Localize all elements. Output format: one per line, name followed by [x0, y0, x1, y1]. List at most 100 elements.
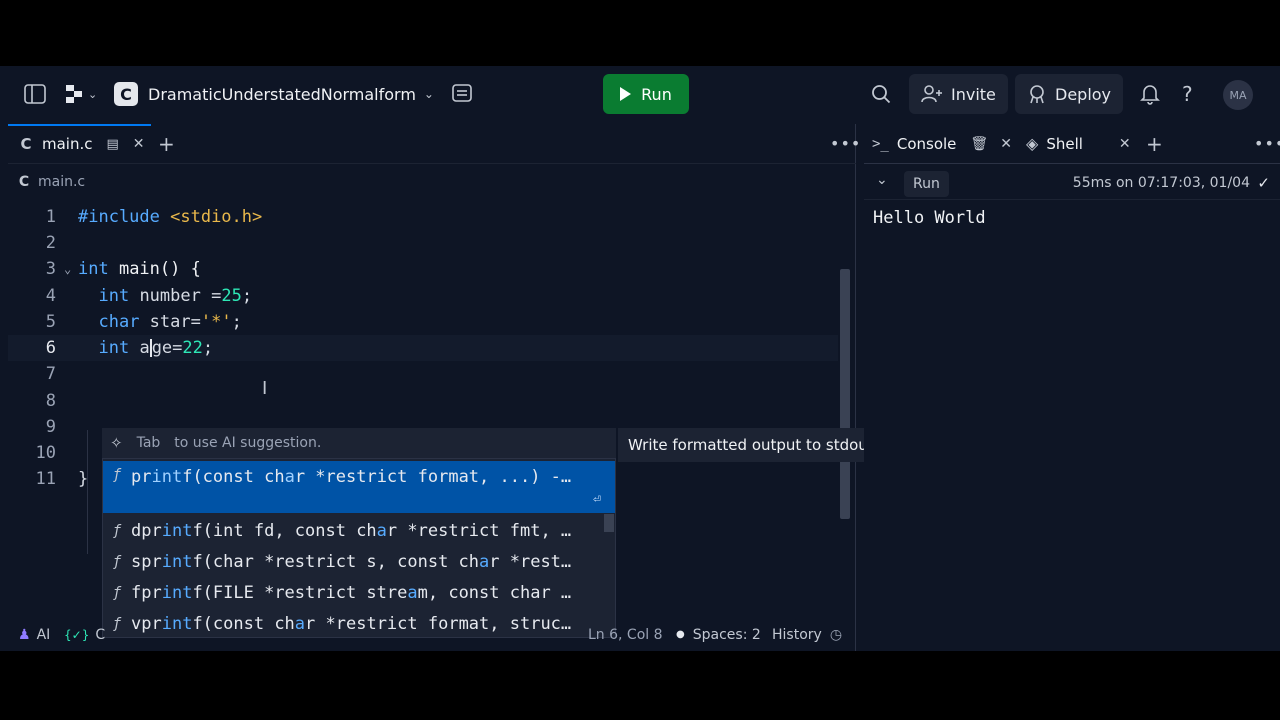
- ai-icon: ♟: [18, 626, 31, 643]
- chevron-down-icon[interactable]: ⌄: [876, 173, 888, 187]
- close-icon[interactable]: ✕: [1000, 137, 1012, 151]
- suggestion-scrollbar[interactable]: [604, 514, 614, 532]
- breadcrumb-file[interactable]: main.c: [38, 174, 85, 190]
- code-token: ;: [231, 312, 242, 332]
- code-line[interactable]: 5 char star='*';: [8, 309, 838, 335]
- function-icon: ƒ: [112, 584, 122, 601]
- bell-icon[interactable]: [1140, 83, 1160, 105]
- suggestion-item[interactable]: ƒ fprintf(FILE *restrict stream, const c…: [103, 577, 615, 608]
- editor-scrollbar[interactable]: [840, 269, 850, 519]
- chevron-down-icon: ⌄: [88, 87, 98, 101]
- language-status[interactable]: {✓} C: [64, 618, 105, 651]
- code-token: ;: [241, 286, 253, 306]
- code-token: <stdio.h>: [159, 207, 263, 227]
- mouse-ibeam-icon: I: [262, 378, 268, 399]
- enter-key-icon: ⏎: [593, 492, 601, 507]
- console-run-chip[interactable]: Run: [904, 171, 949, 197]
- documentation-tooltip: Write formatted output to stdout.: [618, 428, 902, 462]
- code-token: '*': [200, 312, 232, 332]
- line-number: 11: [35, 469, 56, 489]
- suggestion-item[interactable]: ƒ dprintf(int fd, const char *restrict f…: [103, 515, 615, 546]
- editor-tab-bar: C main.c ▤ ✕ + •••: [8, 124, 860, 164]
- function-icon: ƒ: [112, 522, 122, 539]
- new-tab-icon[interactable]: +: [1146, 124, 1163, 164]
- ai-sparkle-icon: ✧: [110, 433, 123, 452]
- code-token: int: [78, 259, 109, 279]
- trash-icon[interactable]: 🗑: [970, 137, 988, 151]
- new-tab-icon[interactable]: +: [158, 124, 175, 164]
- suggestion-match: int: [151, 467, 183, 487]
- console-tab-bar: >_ Console 🗑 ✕ ◈ Shell ✕ + •••: [864, 124, 1280, 164]
- line-number: 9: [45, 417, 56, 437]
- add-user-icon: [921, 85, 942, 103]
- more-options-icon[interactable]: •••: [1254, 124, 1280, 164]
- sidebar-toggle-icon[interactable]: [24, 84, 46, 104]
- suggestion-item-selected[interactable]: ƒ printf(const char *restrict format, ..…: [103, 461, 615, 513]
- ai-suggestion-hint: ✧ Tab to use AI suggestion.: [102, 428, 616, 458]
- breadcrumb: C main.c: [16, 170, 85, 194]
- dot-icon: ●: [676, 629, 685, 640]
- code-token: int: [98, 338, 130, 358]
- terminal-prompt-icon: >_: [872, 136, 889, 152]
- code-line[interactable]: 8: [8, 388, 838, 414]
- history-label: History: [772, 626, 822, 643]
- repl-name: DramaticUnderstatedNormalform: [148, 84, 416, 104]
- code-token: ge=: [151, 338, 183, 358]
- run-button[interactable]: Run: [603, 74, 689, 114]
- spaces-setting[interactable]: ● Spaces: 2: [676, 618, 761, 651]
- search-icon[interactable]: [871, 84, 891, 104]
- ai-hint-key: Tab: [136, 435, 161, 451]
- run-button-label: Run: [641, 84, 672, 104]
- code-token: number =: [129, 286, 222, 306]
- file-outline-icon[interactable]: ▤: [107, 138, 119, 151]
- suggestion-text: dpr: [131, 520, 162, 541]
- tab-main-c[interactable]: C main.c ▤ ✕: [18, 124, 145, 164]
- suggestion-item[interactable]: ƒ sprintf(char *restrict s, const char *…: [103, 546, 615, 577]
- line-number: 2: [45, 233, 56, 253]
- ai-status[interactable]: ♟ AI: [18, 618, 50, 651]
- replit-logo-icon[interactable]: ⌄: [64, 84, 97, 104]
- code-token: char: [98, 312, 140, 332]
- more-options-icon[interactable]: •••: [830, 124, 861, 164]
- code-line[interactable]: 1 #include <stdio.h>: [8, 204, 838, 230]
- code-line[interactable]: 7: [8, 361, 838, 387]
- deploy-icon: [1030, 85, 1044, 104]
- invite-button[interactable]: Invite: [909, 74, 1008, 114]
- help-icon[interactable]: ?: [1182, 84, 1193, 104]
- close-icon[interactable]: ✕: [1119, 137, 1131, 151]
- c-language-icon: C: [114, 82, 138, 106]
- suggestion-text: r *rest…: [489, 551, 572, 572]
- code-token: 22: [182, 338, 203, 358]
- tab-shell[interactable]: ◈ Shell ✕: [1026, 124, 1131, 164]
- close-icon[interactable]: ✕: [133, 137, 145, 151]
- line-number: 4: [45, 286, 56, 306]
- repl-title[interactable]: C DramaticUnderstatedNormalform ⌄: [114, 82, 434, 106]
- tab-console[interactable]: >_ Console 🗑 ✕: [872, 124, 1012, 164]
- suggestion-match: int: [161, 551, 193, 572]
- fold-chevron-icon[interactable]: ⌄: [64, 262, 78, 276]
- deploy-button[interactable]: Deploy: [1015, 74, 1124, 114]
- avatar[interactable]: MA: [1223, 80, 1253, 110]
- suggestion-text: f(FILE *restrict stre: [192, 582, 408, 603]
- function-icon: ƒ: [112, 467, 122, 483]
- run-timing: 55ms on 07:17:03, 01/04: [1072, 175, 1250, 191]
- console-run-header: ⌄ Run 55ms on 07:17:03, 01/04 ✓: [864, 166, 1280, 200]
- history-button[interactable]: History ◷: [772, 618, 842, 651]
- language-label: C: [95, 626, 106, 643]
- code-token: ;: [202, 338, 214, 358]
- cursor-position[interactable]: Ln 6, Col 8: [588, 618, 663, 651]
- code-line[interactable]: 3 ⌄ int main() {: [8, 256, 838, 282]
- console-output: Hello World: [873, 208, 986, 228]
- tab-console-label: Console: [896, 135, 957, 153]
- code-line[interactable]: 2: [8, 230, 838, 256]
- ai-hint-text: to use AI suggestion.: [174, 435, 322, 451]
- code-line-current[interactable]: 6 int a ge=22;: [8, 335, 838, 361]
- line-number: 3: [45, 259, 56, 279]
- tab-label: main.c: [42, 135, 93, 153]
- code-line[interactable]: 4 int number =25;: [8, 283, 838, 309]
- deploy-button-label: Deploy: [1055, 84, 1112, 104]
- suggestion-match: a: [407, 582, 418, 603]
- layout-icon[interactable]: [452, 83, 472, 103]
- autocomplete-list: ƒ printf(const char *restrict format, ..…: [102, 458, 616, 638]
- suggestion-match: int: [161, 582, 193, 603]
